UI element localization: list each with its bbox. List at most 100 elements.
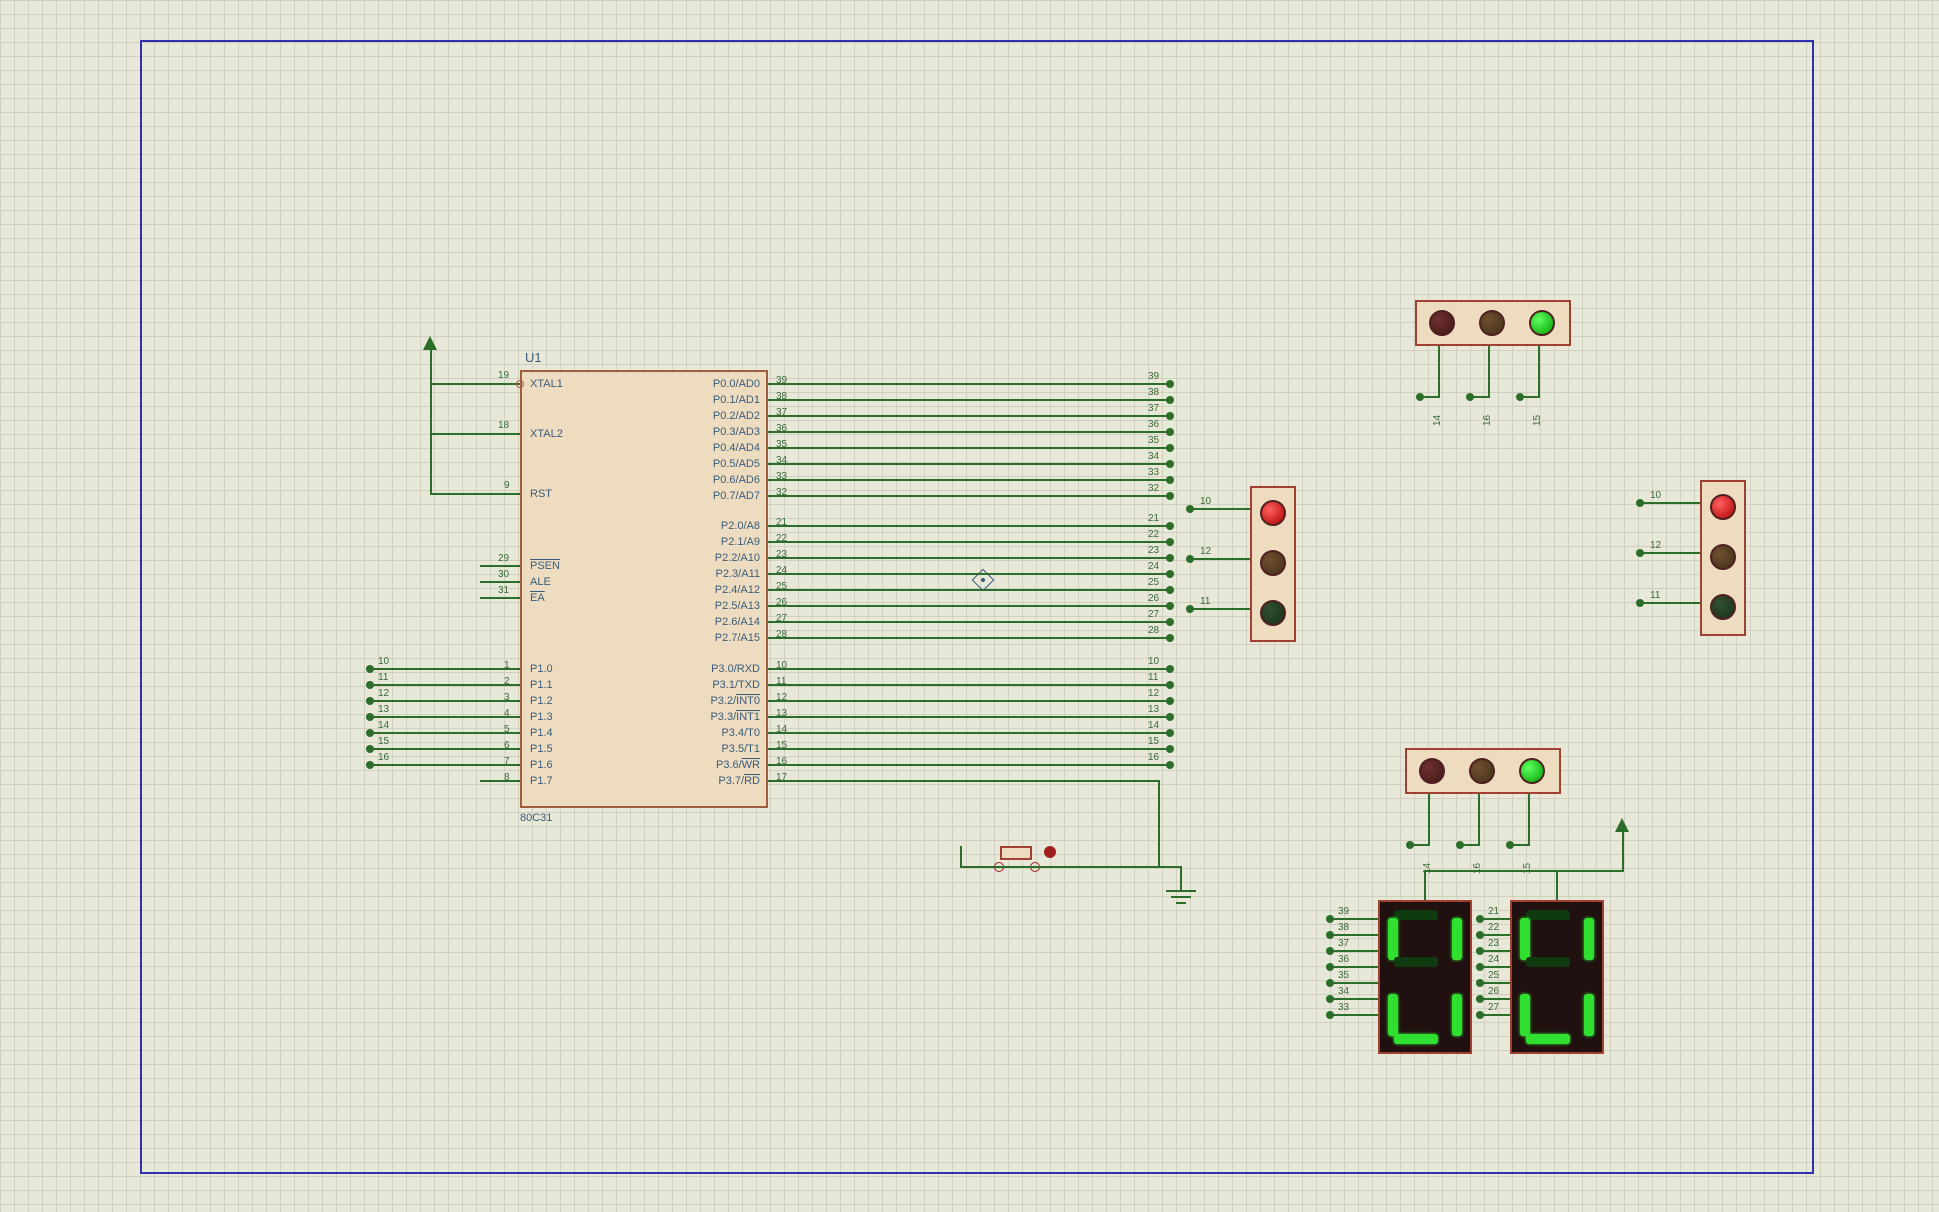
terminal[interactable] [1166, 444, 1174, 452]
terminal[interactable] [1416, 393, 1424, 401]
terminal[interactable] [366, 745, 374, 753]
pin-ea: EA [530, 592, 545, 604]
terminal[interactable] [1326, 979, 1334, 987]
terminal[interactable] [1166, 665, 1174, 673]
terminal[interactable] [1506, 841, 1514, 849]
net-label: 37 [1148, 403, 1159, 414]
terminal[interactable] [1166, 476, 1174, 484]
terminal[interactable] [1166, 634, 1174, 642]
terminal[interactable] [1166, 586, 1174, 594]
terminal[interactable] [1166, 554, 1174, 562]
terminal[interactable] [1166, 522, 1174, 530]
terminal[interactable] [1326, 915, 1334, 923]
terminal[interactable] [1326, 947, 1334, 955]
pinno-30: 30 [498, 569, 509, 580]
terminal[interactable] [1166, 538, 1174, 546]
pin-label: P0.7/AD7 [713, 490, 760, 502]
terminal[interactable] [1166, 602, 1174, 610]
pin-label: P3.2/INT0 [710, 695, 760, 707]
net-label: 33 [1148, 467, 1159, 478]
terminal[interactable] [1186, 605, 1194, 613]
terminal[interactable] [1476, 1011, 1484, 1019]
stub [480, 668, 520, 670]
terminal[interactable] [1166, 697, 1174, 705]
seg-e [1520, 994, 1530, 1036]
pin-label: P2.6/A14 [715, 616, 760, 628]
pinno-19: 19 [498, 370, 509, 381]
terminal[interactable] [1326, 931, 1334, 939]
wire [798, 383, 1168, 385]
wire [1480, 998, 1510, 1000]
terminal[interactable] [1166, 681, 1174, 689]
terminal[interactable] [1516, 393, 1524, 401]
net-label: 39 [1338, 906, 1349, 917]
wire [798, 684, 1168, 686]
terminal[interactable] [1166, 396, 1174, 404]
terminal[interactable] [1326, 963, 1334, 971]
terminal[interactable] [1166, 729, 1174, 737]
terminal[interactable] [1166, 713, 1174, 721]
traffic-light-west[interactable] [1250, 486, 1296, 642]
pin-label: P2.0/A8 [721, 520, 760, 532]
net-label: 23 [1148, 545, 1159, 556]
net-label: 12 [1148, 688, 1159, 699]
terminal[interactable] [1476, 931, 1484, 939]
terminal[interactable] [1326, 995, 1334, 1003]
terminal[interactable] [1476, 915, 1484, 923]
led-yellow [1469, 758, 1495, 784]
stub [768, 463, 798, 465]
pin-label: P2.5/A13 [715, 600, 760, 612]
net-label: 12 [378, 688, 389, 699]
terminal[interactable] [1166, 460, 1174, 468]
terminal[interactable] [1186, 505, 1194, 513]
seven-seg-left[interactable] [1378, 900, 1472, 1054]
wire [1528, 794, 1530, 844]
traffic-light-top[interactable] [1415, 300, 1571, 346]
terminal[interactable] [366, 729, 374, 737]
seven-seg-right[interactable] [1510, 900, 1604, 1054]
terminal[interactable] [1166, 428, 1174, 436]
net-label: 14 [1148, 720, 1159, 731]
wire [798, 495, 1168, 497]
net-label: 14 [1432, 415, 1443, 426]
terminal[interactable] [1326, 1011, 1334, 1019]
wire [798, 447, 1168, 449]
seg-c [1584, 994, 1594, 1036]
traffic-light-east[interactable] [1700, 480, 1746, 636]
terminal[interactable] [1166, 761, 1174, 769]
terminal[interactable] [1166, 745, 1174, 753]
terminal[interactable] [366, 713, 374, 721]
terminal[interactable] [1636, 549, 1644, 557]
terminal[interactable] [1636, 599, 1644, 607]
terminal[interactable] [1456, 841, 1464, 849]
led-red [1429, 310, 1455, 336]
pin-label: P0.1/AD1 [713, 394, 760, 406]
terminal[interactable] [1636, 499, 1644, 507]
wire [1424, 870, 1426, 900]
terminal[interactable] [1166, 492, 1174, 500]
net-label: 12 [1650, 540, 1661, 551]
seg-f [1520, 918, 1530, 960]
net-label: 34 [1148, 451, 1159, 462]
traffic-light-south[interactable] [1405, 748, 1561, 794]
terminal[interactable] [1166, 380, 1174, 388]
terminal[interactable] [1466, 393, 1474, 401]
terminal[interactable] [1476, 995, 1484, 1003]
push-button[interactable] [1000, 846, 1032, 860]
terminal[interactable] [1476, 963, 1484, 971]
terminal[interactable] [366, 697, 374, 705]
wire [1480, 918, 1510, 920]
terminal[interactable] [1476, 947, 1484, 955]
terminal[interactable] [1406, 841, 1414, 849]
wire [370, 684, 480, 686]
terminal[interactable] [366, 681, 374, 689]
button-actuator[interactable] [1044, 846, 1056, 858]
terminal[interactable] [366, 665, 374, 673]
terminal[interactable] [1166, 412, 1174, 420]
terminal[interactable] [1186, 555, 1194, 563]
terminal[interactable] [1166, 618, 1174, 626]
terminal[interactable] [366, 761, 374, 769]
terminal[interactable] [1476, 979, 1484, 987]
stub [768, 732, 798, 734]
terminal[interactable] [1166, 570, 1174, 578]
